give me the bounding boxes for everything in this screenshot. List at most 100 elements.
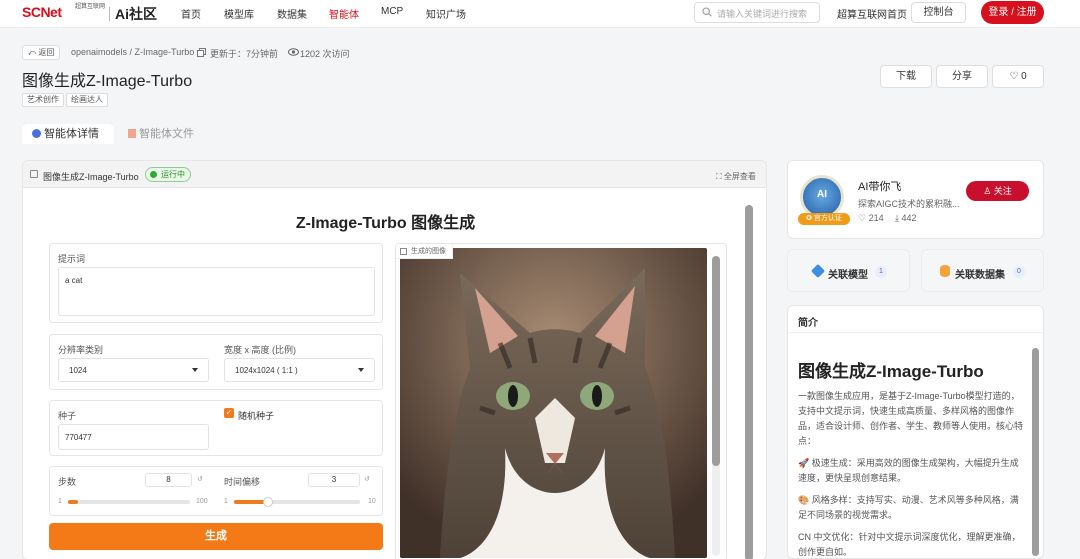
- back-label: 返回: [38, 48, 55, 57]
- download-button[interactable]: 下载: [880, 65, 932, 88]
- image-scrollbar[interactable]: [712, 256, 720, 556]
- params-card: 步数 8 ↺ 1 100 时间偏移 3 ↺ 1 10: [49, 466, 383, 516]
- like-button[interactable]: ♡ 0: [992, 65, 1044, 88]
- nav-item-agents[interactable]: 智能体: [329, 6, 359, 21]
- share-button[interactable]: 分享: [936, 65, 988, 88]
- like-count: 0: [1021, 71, 1027, 82]
- reset-icon[interactable]: ↺: [364, 475, 370, 483]
- followers-count: 214: [868, 213, 884, 223]
- follow-label: 关注: [993, 186, 1012, 196]
- tag-art[interactable]: 艺术创作: [22, 93, 64, 107]
- tab-agent-details-label: 智能体详情: [44, 128, 100, 140]
- image-scrollbar-thumb[interactable]: [712, 256, 720, 466]
- random-seed-checkbox[interactable]: ✓: [224, 408, 234, 418]
- verified-badge: ✪ 官方认证: [798, 213, 850, 225]
- tag-painting[interactable]: 绘画达人: [66, 93, 108, 107]
- intro-feature-chinese: CN 中文优化：针对中文提示词深度优化，理解更准确，创作更自如。: [798, 532, 1021, 557]
- app-scrollbar[interactable]: [745, 205, 753, 559]
- heart-icon: ♡: [1009, 71, 1019, 82]
- logo[interactable]: SCNet: [22, 4, 62, 20]
- status-badge: 运行中: [145, 167, 191, 182]
- reset-icon[interactable]: ↺: [197, 475, 203, 483]
- steps-input[interactable]: 8: [145, 473, 192, 487]
- eye-icon: [288, 48, 299, 56]
- seed-label: 种子: [58, 411, 77, 421]
- shift-input[interactable]: 3: [308, 473, 360, 487]
- related-datasets-count: 0: [1013, 266, 1025, 278]
- chevron-down-icon: [358, 368, 364, 372]
- intro-divider: [788, 332, 1043, 333]
- intro-feature-speed: 🚀 极速生成：采用高效的图像生成架构，大幅提升生成速度，更快呈现创意结果。: [798, 458, 1019, 483]
- intro-scrollbar-thumb[interactable]: [1032, 348, 1039, 556]
- play-icon: [150, 171, 157, 178]
- back-button[interactable]: ⤺ 返回: [22, 45, 60, 60]
- steps-slider[interactable]: [68, 500, 190, 504]
- app-icon: [30, 170, 38, 178]
- nav-item-knowledge[interactable]: 知识广场: [426, 6, 466, 21]
- page-title: 图像生成Z-Image-Turbo: [22, 73, 193, 90]
- shift-max: 10: [368, 498, 376, 505]
- image-label-badge: 生成的图像: [396, 244, 453, 259]
- download-icon: ⤓: [895, 213, 899, 223]
- logo-ai-community[interactable]: Ai社区: [115, 4, 157, 24]
- app-heading: Z-Image-Turbo 图像生成: [295, 215, 476, 232]
- search-input[interactable]: 请输入关键词进行搜索: [694, 2, 820, 23]
- nav-item-mcp[interactable]: MCP: [381, 6, 403, 17]
- resolution-select[interactable]: 1024: [58, 358, 209, 382]
- heart-icon: ♡: [858, 213, 867, 223]
- app-scrollbar-thumb[interactable]: [745, 205, 753, 559]
- slider-handle[interactable]: [263, 497, 273, 507]
- cat-image[interactable]: [400, 248, 707, 558]
- database-icon: [940, 265, 950, 277]
- tab-agent-details[interactable]: 智能体详情: [22, 124, 114, 144]
- size-value: 1024x1024 ( 1:1 ): [235, 366, 298, 375]
- seed-card: 种子 770477 ✓ 随机种子: [49, 400, 383, 456]
- nav-item-home[interactable]: 首页: [181, 6, 201, 21]
- search-icon: [702, 7, 712, 17]
- related-models-label: 关联模型: [828, 270, 868, 281]
- intro-feature-style: 🎨 风格多样：支持写实、动漫、艺术风等多种风格，满足不同场景的视觉需求。: [798, 495, 1019, 520]
- steps-max: 100: [196, 498, 208, 505]
- nav-item-datasets[interactable]: 数据集: [277, 6, 307, 21]
- generate-button[interactable]: 生成: [49, 523, 383, 550]
- size-select[interactable]: 1024x1024 ( 1:1 ): [224, 358, 375, 382]
- agent-icon: [32, 129, 41, 138]
- prompt-textarea[interactable]: a cat: [58, 267, 375, 316]
- console-button[interactable]: 控制台: [911, 2, 966, 23]
- back-arrow-icon: ⤺: [27, 48, 37, 57]
- prompt-label: 提示词: [58, 254, 86, 264]
- login-register-button[interactable]: 登录 / 注册: [981, 1, 1044, 24]
- panel-header: 图像生成Z-Image-Turbo 运行中 ⛶ 全屏查看: [23, 161, 766, 188]
- status-label: 运行中: [161, 170, 185, 179]
- follow-button[interactable]: ♙ 关注: [966, 181, 1029, 201]
- downloads-count: 442: [901, 213, 917, 223]
- copy-icon[interactable]: [197, 48, 206, 57]
- resolution-card: 分辨率类别 1024 宽度 x 高度 (比例) 1024x1024 ( 1:1 …: [49, 334, 383, 390]
- intro-scrollbar[interactable]: [1032, 348, 1039, 556]
- avatar-ai-icon: AI: [817, 189, 827, 200]
- author-description: 探索AIGC技术的累积融...: [858, 199, 960, 209]
- breadcrumb[interactable]: openaimodels / Z-Image-Turbo: [71, 47, 194, 57]
- updated-time: 更新于：7分钟前: [210, 49, 279, 59]
- shift-slider[interactable]: [234, 497, 360, 507]
- size-label: 宽度 x 高度 (比例): [224, 345, 296, 355]
- nav-item-models[interactable]: 模型库: [224, 6, 254, 21]
- generated-image-panel: 生成的图像: [395, 243, 727, 559]
- chevron-down-icon: [192, 368, 198, 372]
- intro-paragraph: 一款图像生成应用，是基于Z-Image-Turbo模型打造的，支持中文提示词，快…: [798, 391, 1024, 446]
- steps-min: 1: [58, 498, 62, 505]
- related-datasets-card[interactable]: 关联数据集 0: [921, 249, 1044, 292]
- steps-label: 步数: [58, 477, 77, 487]
- related-datasets-label: 关联数据集: [955, 270, 1005, 281]
- search-placeholder: 请输入关键词进行搜索: [717, 9, 808, 19]
- related-models-card[interactable]: 关联模型 1: [787, 249, 910, 292]
- fullscreen-button[interactable]: ⛶ 全屏查看: [716, 171, 756, 182]
- fullscreen-icon: ⛶: [716, 172, 722, 181]
- seed-input[interactable]: 770477: [58, 424, 209, 450]
- author-name[interactable]: AI带你飞: [858, 178, 901, 194]
- tab-agent-files[interactable]: 智能体文件: [128, 124, 194, 144]
- logo-subtitle: 超算互联网: [75, 4, 106, 10]
- supercomputing-home-link[interactable]: 超算互联网首页: [837, 6, 907, 21]
- logo-divider: [109, 7, 110, 21]
- file-icon: [128, 129, 136, 138]
